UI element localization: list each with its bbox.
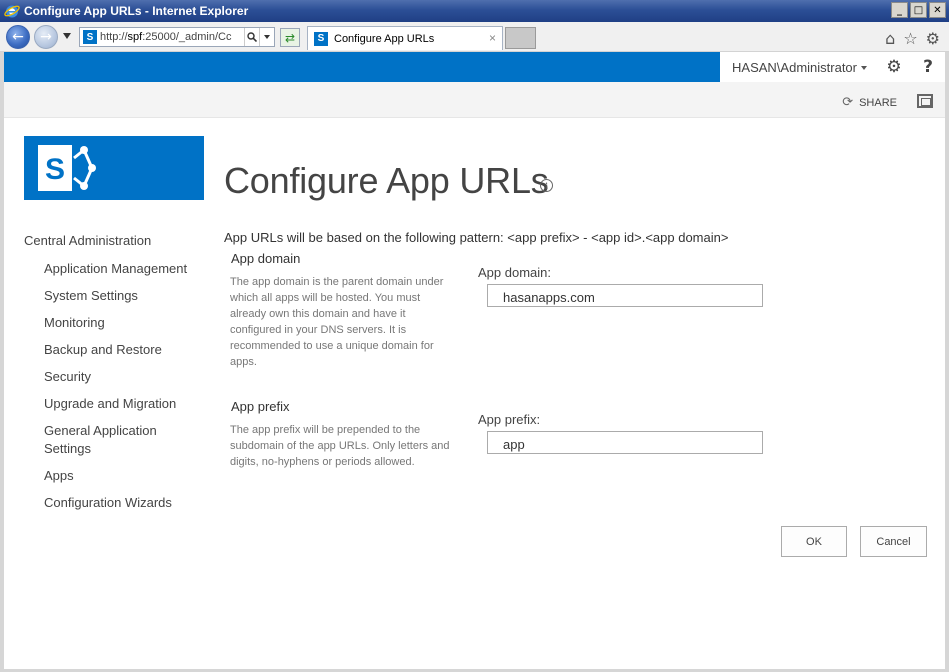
address-url[interactable]: http://spf:25000/_admin/Cc <box>100 31 244 43</box>
sharepoint-suite-bar: HASAN\Administrator ⚙ ? <box>4 52 945 82</box>
home-icon[interactable]: ⌂ <box>885 29 895 48</box>
new-tab-button[interactable] <box>505 27 536 49</box>
share-icon: ⟳ <box>842 95 854 110</box>
app-domain-section-title: App domain <box>231 251 301 266</box>
chevron-down-icon <box>861 66 867 70</box>
search-icon[interactable] <box>244 28 259 46</box>
address-dropdown-icon[interactable] <box>259 28 274 46</box>
sharepoint-logo-icon: S <box>38 145 96 191</box>
url-host: spf <box>127 31 143 43</box>
nav-application-management[interactable]: Application Management <box>44 260 204 278</box>
share-label: SHARE <box>859 96 897 109</box>
svg-text:S: S <box>45 153 65 186</box>
help-icon[interactable]: ? <box>911 52 945 82</box>
settings-gear-icon[interactable]: ⚙ <box>877 52 911 82</box>
browser-tool-icons: ⌂ ☆ ⚙ <box>885 29 940 48</box>
window-title-bar: Configure App URLs - Internet Explorer _… <box>0 0 949 22</box>
nav-monitoring[interactable]: Monitoring <box>44 314 204 332</box>
app-domain-label: App domain: <box>478 265 551 280</box>
maximize-button[interactable]: □ <box>910 2 927 18</box>
app-domain-description: The app domain is the parent domain unde… <box>230 276 444 368</box>
nav-configuration-wizards[interactable]: Configuration Wizards <box>44 494 204 512</box>
url-path: :25000/_admin/Cc <box>142 31 232 43</box>
tools-gear-icon[interactable]: ⚙ <box>926 29 940 48</box>
window-title: Configure App URLs - Internet Explorer <box>24 4 249 18</box>
suite-bar-user-area: HASAN\Administrator ⚙ ? <box>720 52 945 82</box>
page-title: Configure App URLs <box>224 160 549 201</box>
window-frame-right <box>945 52 949 672</box>
url-pattern-text: App URLs will be based on the following … <box>224 230 729 245</box>
sharepoint-favicon-icon: S <box>83 30 97 44</box>
nav-upgrade-and-migration[interactable]: Upgrade and Migration <box>44 395 204 413</box>
ok-button[interactable]: OK <box>781 526 847 557</box>
minimize-button[interactable]: _ <box>891 2 908 18</box>
tab-title: Configure App URLs <box>334 32 435 45</box>
ribbon-bar: ⟳ SHARE <box>4 82 945 118</box>
history-dropdown-icon[interactable] <box>63 33 71 39</box>
sharepoint-tab-icon: S <box>314 31 328 46</box>
tab-close-icon[interactable]: × <box>489 31 496 45</box>
user-menu[interactable]: HASAN\Administrator <box>720 52 877 82</box>
browser-toolbar: ← → S http://spf:25000/_admin/Cc ⇄ S Con… <box>0 22 949 52</box>
app-prefix-section-title: App prefix <box>231 399 290 414</box>
arrow-right-icon: → <box>40 29 52 45</box>
app-prefix-input[interactable] <box>487 431 763 454</box>
app-prefix-description: The app prefix will be prepended to the … <box>230 424 450 468</box>
focus-on-content-icon[interactable] <box>917 94 933 108</box>
user-name: HASAN\Administrator <box>732 59 857 75</box>
window-frame-left <box>0 52 4 672</box>
nav-security[interactable]: Security <box>44 368 204 386</box>
internet-explorer-icon <box>4 5 20 18</box>
share-button[interactable]: ⟳ SHARE <box>842 95 897 110</box>
browser-tab[interactable]: S Configure App URLs × <box>307 26 503 50</box>
back-button[interactable]: ← <box>6 25 30 49</box>
nav-general-application-settings[interactable]: General Application Settings <box>44 422 204 458</box>
nav-central-administration[interactable]: Central Administration <box>24 233 204 248</box>
close-window-button[interactable]: ✕ <box>929 2 946 18</box>
refresh-compat-icon[interactable]: ⇄ <box>280 28 300 47</box>
cancel-button[interactable]: Cancel <box>860 526 927 557</box>
favorites-star-icon[interactable]: ☆ <box>903 29 917 48</box>
nav-backup-and-restore[interactable]: Backup and Restore <box>44 341 204 359</box>
arrow-left-icon: ← <box>12 29 24 45</box>
app-prefix-label: App prefix: <box>478 412 541 427</box>
app-domain-input[interactable] <box>487 284 763 307</box>
left-navigation: Central Administration Application Manag… <box>24 233 204 521</box>
info-icon[interactable]: i <box>540 179 553 192</box>
url-scheme: http:// <box>100 31 128 43</box>
forward-button[interactable]: → <box>34 25 58 49</box>
sharepoint-logo[interactable]: S <box>24 136 204 200</box>
nav-apps[interactable]: Apps <box>44 467 204 485</box>
address-bar[interactable]: S http://spf:25000/_admin/Cc <box>79 27 275 47</box>
nav-system-settings[interactable]: System Settings <box>44 287 204 305</box>
window-controls: _ □ ✕ <box>891 2 946 18</box>
